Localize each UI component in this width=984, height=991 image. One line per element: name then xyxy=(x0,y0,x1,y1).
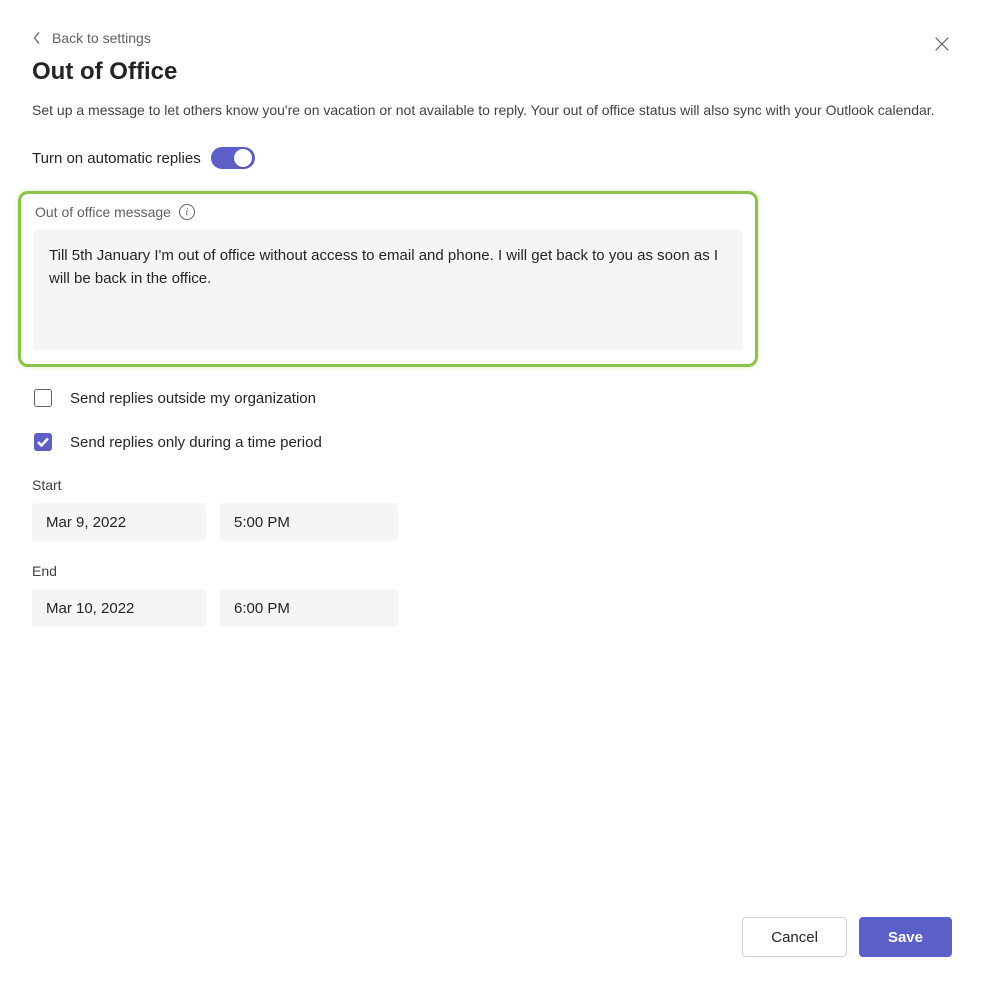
toggle-knob xyxy=(234,149,252,167)
end-time-picker[interactable]: 6:00 PM xyxy=(220,589,398,627)
start-time-picker[interactable]: 5:00 PM xyxy=(220,503,398,541)
out-of-office-message-section: Out of office message i Till 5th January… xyxy=(18,191,758,367)
start-date-picker[interactable]: Mar 9, 2022 xyxy=(32,503,206,541)
end-label: End xyxy=(32,563,952,579)
time-period-checkbox[interactable] xyxy=(34,433,52,451)
send-outside-org-label: Send replies outside my organization xyxy=(70,390,316,407)
send-outside-org-checkbox[interactable] xyxy=(34,389,52,407)
end-date-picker[interactable]: Mar 10, 2022 xyxy=(32,589,206,627)
time-period-label: Send replies only during a time period xyxy=(70,434,322,451)
save-button[interactable]: Save xyxy=(859,917,952,957)
automatic-replies-toggle-label: Turn on automatic replies xyxy=(32,150,201,167)
checkmark-icon xyxy=(37,437,49,447)
out-of-office-message-input[interactable]: Till 5th January I'm out of office witho… xyxy=(33,230,743,350)
page-title: Out of Office xyxy=(32,58,952,86)
close-button[interactable] xyxy=(934,36,954,56)
cancel-button[interactable]: Cancel xyxy=(742,917,847,957)
info-icon[interactable]: i xyxy=(179,204,195,220)
chevron-left-icon xyxy=(32,32,42,44)
close-icon xyxy=(934,36,950,52)
message-section-label: Out of office message xyxy=(35,204,171,220)
page-description: Set up a message to let others know you'… xyxy=(32,100,952,121)
back-label: Back to settings xyxy=(52,30,151,46)
back-to-settings-link[interactable]: Back to settings xyxy=(32,30,151,46)
start-label: Start xyxy=(32,477,952,493)
automatic-replies-toggle[interactable] xyxy=(211,147,255,169)
